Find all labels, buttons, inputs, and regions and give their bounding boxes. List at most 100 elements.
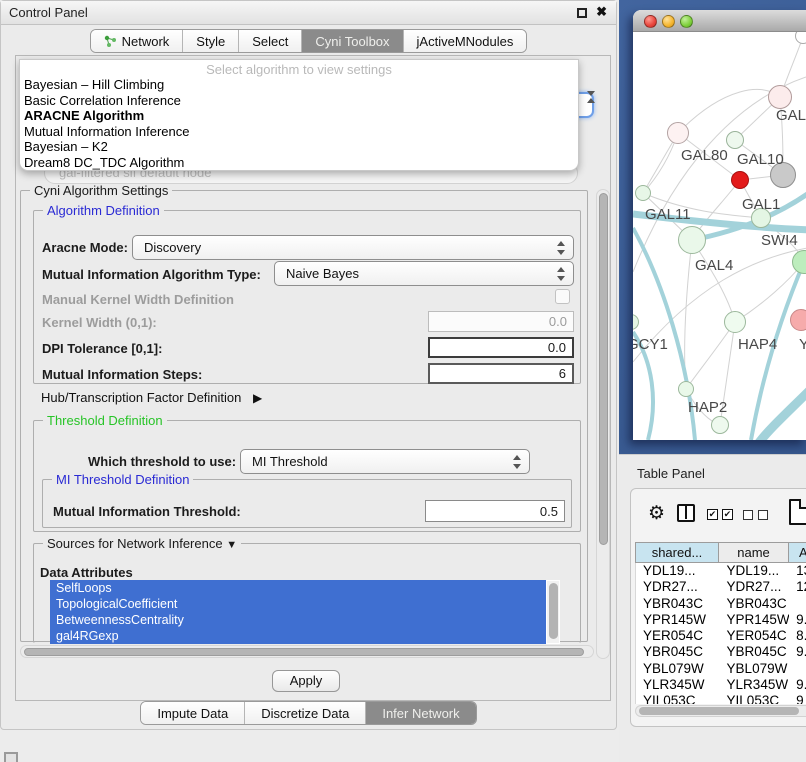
hub-definition-toggle[interactable]: Hub/Transcription Factor Definition ▶	[41, 390, 262, 405]
table-row[interactable]: YER054CYER054C8.	[636, 628, 806, 644]
table-cell[interactable]: YPR145W	[636, 612, 720, 628]
table-horizontal-scrollbar[interactable]	[635, 705, 806, 717]
columns-icon[interactable]	[677, 504, 695, 522]
table-cell[interactable]: 9	[789, 693, 806, 704]
network-node[interactable]	[667, 122, 689, 144]
network-node[interactable]	[726, 131, 744, 149]
tab-style[interactable]: Style	[182, 30, 238, 52]
table-cell[interactable]: 8.	[789, 628, 806, 644]
tab-network[interactable]: Network	[91, 30, 183, 52]
network-node[interactable]	[731, 171, 749, 189]
sources-toggle[interactable]: Sources for Network Inference ▼	[43, 536, 241, 551]
column-header[interactable]: name	[719, 542, 789, 563]
attribute-item[interactable]: gal4RGexp	[50, 628, 546, 644]
tab-cyni-toolbox[interactable]: Cyni Toolbox	[301, 30, 402, 52]
algorithm-option[interactable]: Bayesian – Hill Climbing	[20, 77, 578, 93]
algorithm-option[interactable]: Mutual Information Inference	[20, 124, 578, 140]
table-cell[interactable]: 9.	[789, 677, 806, 693]
column-header[interactable]: A...	[789, 542, 806, 563]
network-canvas[interactable]: GALGAL80GAL10GAL1GAL11SWI4GAL4GCY1HAP4YH…	[633, 32, 806, 440]
table-cell[interactable]: YPR145W	[720, 612, 790, 628]
table-cell[interactable]: YBR043C	[720, 596, 790, 612]
table-cell[interactable]: YBL079W	[720, 661, 790, 677]
mi-threshold-field[interactable]: 0.5	[425, 500, 565, 522]
scrollbar-thumb[interactable]	[549, 583, 558, 639]
algorithm-option[interactable]: Dream8 DC_TDC Algorithm	[20, 155, 578, 171]
tab-jactivemnodules[interactable]: jActiveMNodules	[403, 30, 527, 52]
tab-discretize-data[interactable]: Discretize Data	[244, 702, 365, 724]
checked-checkbox-icon[interactable]: ✔	[707, 509, 718, 520]
tab-select[interactable]: Select	[238, 30, 301, 52]
table-cell[interactable]	[789, 596, 806, 612]
gear-icon[interactable]: ⚙	[648, 502, 665, 525]
table-row[interactable]: YBL079WYBL079W	[636, 661, 806, 677]
close-traffic-light-icon[interactable]	[644, 15, 657, 28]
table-cell[interactable]: YDR27...	[720, 579, 790, 595]
algorithm-option[interactable]: Basic Correlation Inference	[20, 93, 578, 109]
network-node[interactable]	[635, 185, 651, 201]
scrollbar-thumb[interactable]	[24, 648, 584, 656]
kernel-width-field[interactable]: 0.0	[428, 311, 574, 332]
network-node[interactable]	[678, 226, 706, 254]
table-cell[interactable]: YIL053C	[720, 693, 790, 704]
table-cell[interactable]: 9.	[789, 612, 806, 628]
float-window-icon[interactable]	[577, 8, 587, 18]
table-row[interactable]: YIL053CYIL053C9	[636, 693, 806, 704]
network-node[interactable]	[711, 416, 729, 434]
table-cell[interactable]: YDL19...	[636, 563, 720, 579]
aracne-mode-combo[interactable]: Discovery	[132, 235, 574, 260]
zoom-traffic-light-icon[interactable]	[680, 15, 693, 28]
attribute-item[interactable]: BetweennessCentrality	[50, 612, 546, 628]
table-cell[interactable]: YBR045C	[720, 644, 790, 660]
network-node[interactable]	[790, 309, 806, 331]
table-row[interactable]: YDL19...YDL19...13	[636, 563, 806, 579]
table-cell[interactable]: YBR043C	[636, 596, 720, 612]
table-cell[interactable]: 13	[789, 563, 806, 579]
unchecked-checkbox-icon[interactable]	[758, 510, 768, 520]
table-row[interactable]: YPR145WYPR145W9.	[636, 612, 806, 628]
checked-checkbox-icon[interactable]: ✔	[722, 509, 733, 520]
network-node[interactable]	[678, 381, 694, 397]
table-cell[interactable]: YLR345W	[636, 677, 720, 693]
table-cell[interactable]: YER054C	[636, 628, 720, 644]
table-row[interactable]: YLR345WYLR345W9.	[636, 677, 806, 693]
close-icon[interactable]: ✖	[596, 4, 607, 20]
table-cell[interactable]: YDL19...	[720, 563, 790, 579]
column-header[interactable]: shared...	[635, 542, 719, 563]
file-icon[interactable]	[789, 499, 806, 525]
table-cell[interactable]	[789, 661, 806, 677]
table-row[interactable]: YBR045CYBR045C9.	[636, 644, 806, 660]
apply-button[interactable]: Apply	[272, 670, 340, 692]
mi-steps-field[interactable]: 6	[428, 363, 574, 384]
dpi-tolerance-field[interactable]: 0.0	[428, 337, 574, 358]
scrollbar-thumb[interactable]	[639, 707, 799, 715]
tab-infer-network[interactable]: Infer Network	[365, 702, 475, 724]
list-scrollbar[interactable]	[547, 581, 559, 643]
settings-horizontal-scrollbar[interactable]	[20, 645, 594, 658]
table-row[interactable]: YBR043CYBR043C	[636, 596, 806, 612]
network-node[interactable]	[724, 311, 746, 333]
algorithm-option[interactable]: ARACNE Algorithm	[20, 108, 578, 124]
table-row[interactable]: YDR27...YDR27...12	[636, 579, 806, 595]
attribute-item[interactable]: TopologicalCoefficient	[50, 596, 546, 612]
unchecked-checkbox-icon[interactable]	[743, 510, 753, 520]
data-attributes-list[interactable]: SelfLoopsTopologicalCoefficientBetweenne…	[50, 580, 560, 644]
tab-impute-data[interactable]: Impute Data	[141, 702, 244, 724]
attribute-item[interactable]: SelfLoops	[50, 580, 546, 596]
minimize-traffic-light-icon[interactable]	[662, 15, 675, 28]
table-cell[interactable]: YER054C	[720, 628, 790, 644]
table-cell[interactable]: YIL053C	[636, 693, 720, 704]
table-cell[interactable]: 12	[789, 579, 806, 595]
table-cell[interactable]: YDR27...	[636, 579, 720, 595]
manual-kernel-checkbox[interactable]	[555, 289, 570, 304]
scrollbar-thumb[interactable]	[599, 193, 608, 545]
algorithm-option[interactable]: Bayesian – K2	[20, 139, 578, 155]
settings-vertical-scrollbar[interactable]	[596, 189, 610, 659]
network-node[interactable]	[768, 85, 792, 109]
mi-type-combo[interactable]: Naive Bayes	[274, 261, 574, 286]
table-cell[interactable]: YLR345W	[720, 677, 790, 693]
restore-panel-icon[interactable]	[4, 752, 18, 762]
table-cell[interactable]: YBR045C	[636, 644, 720, 660]
table-cell[interactable]: 9.	[789, 644, 806, 660]
which-threshold-combo[interactable]: MI Threshold	[240, 449, 530, 474]
